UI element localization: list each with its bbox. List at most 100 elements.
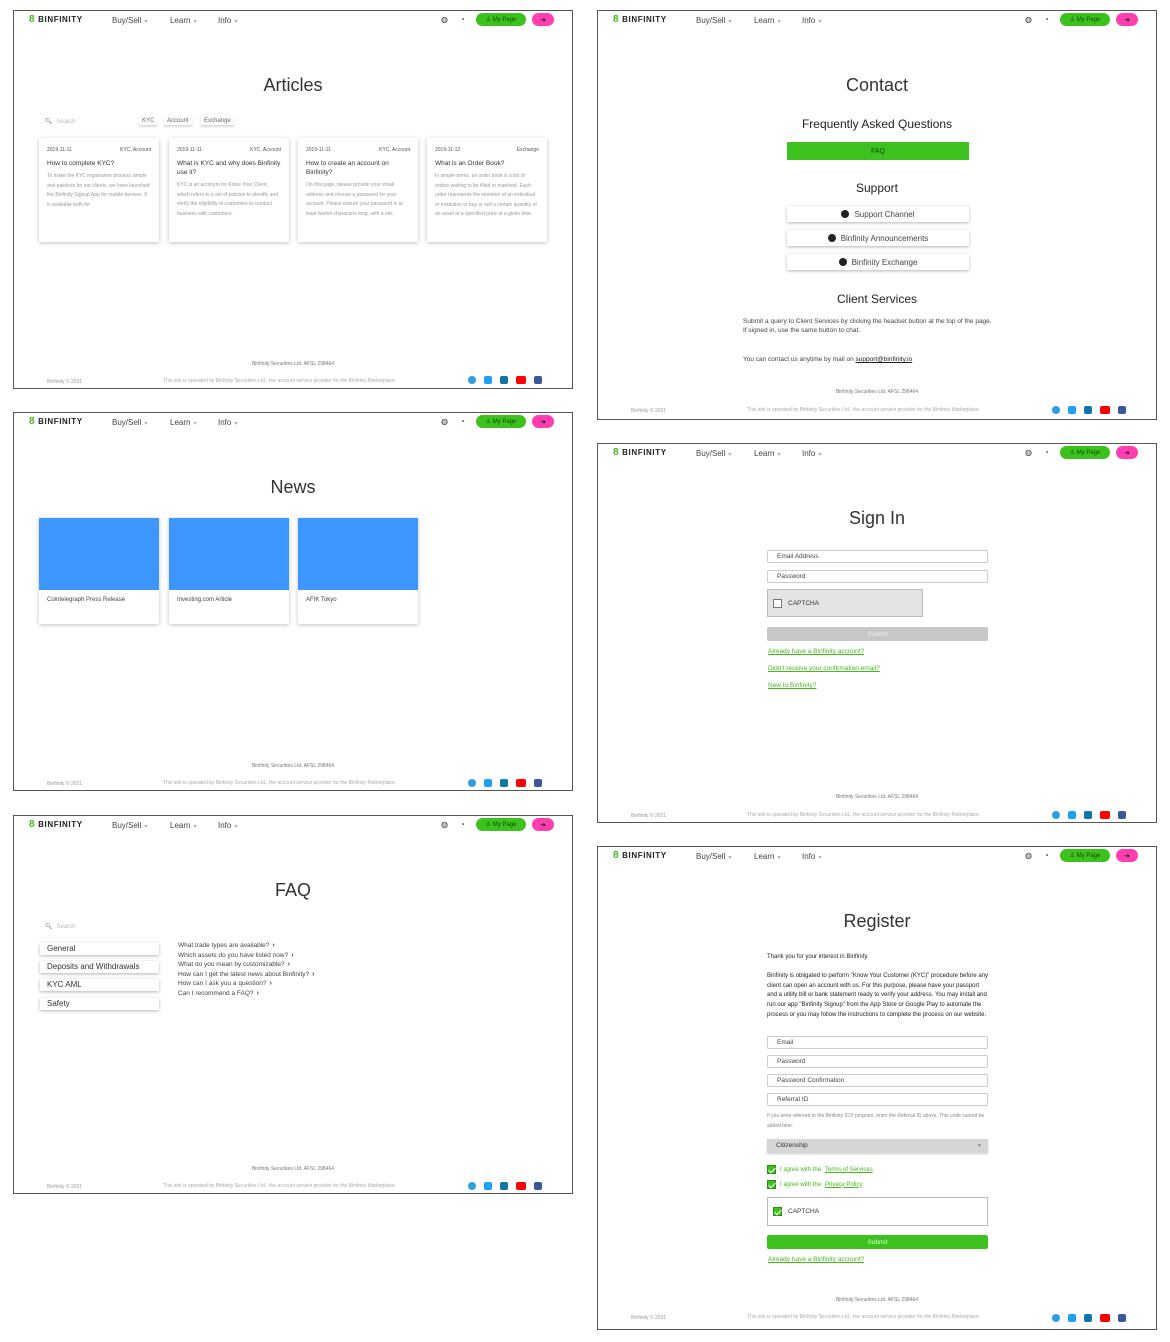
news-card[interactable]: Cointelegraph Press Release [39, 518, 159, 624]
logo[interactable]: 8 BINFINITY [29, 14, 83, 24]
twitter-icon[interactable] [484, 1182, 492, 1190]
linkedin-icon[interactable] [500, 376, 508, 384]
nav-learn[interactable]: Learn ▾ [170, 418, 196, 427]
captcha-widget[interactable]: CAPTCHA [767, 589, 923, 617]
my-page-button[interactable]: ♙ My Page [476, 13, 526, 26]
faq-question[interactable]: Which assets do you have listed now? › [178, 952, 294, 959]
headset-icon[interactable]: ◔ [460, 417, 465, 426]
filter-exchange[interactable]: Exchange [201, 117, 234, 126]
article-card[interactable]: 2019-11-12 Exchange What is an Order Book… [427, 138, 547, 242]
twitter-icon[interactable] [1068, 1314, 1076, 1322]
nav-learn[interactable]: Learn ▾ [754, 16, 780, 25]
privacy-link[interactable]: Privacy Policy [825, 1182, 862, 1188]
twitter-icon[interactable] [484, 779, 492, 787]
telegram-icon[interactable] [468, 779, 476, 787]
filter-account[interactable]: Account [164, 117, 192, 126]
faq-category-kyc-aml[interactable]: KYC AML [40, 979, 159, 991]
terms-checkbox[interactable] [767, 1165, 776, 1174]
nav-learn[interactable]: Learn ▾ [170, 16, 196, 25]
submit-button[interactable]: Submit [767, 1235, 988, 1249]
logout-button[interactable]: ➜ [532, 13, 554, 26]
news-card[interactable]: AFIK Tokyo [298, 518, 418, 624]
nav-info[interactable]: Info ▾ [802, 852, 821, 861]
faq-category-safety[interactable]: Safety [40, 998, 159, 1010]
telegram-icon[interactable] [1052, 406, 1060, 414]
globe-icon[interactable]: ◍ [1025, 448, 1032, 457]
nav-info[interactable]: Info ▾ [802, 16, 821, 25]
twitter-icon[interactable] [1068, 406, 1076, 414]
support-channel-button[interactable]: Support Channel [787, 206, 969, 222]
exchange-channel-button[interactable]: Binfinity Exchange [787, 254, 969, 270]
facebook-icon[interactable] [534, 1182, 542, 1190]
youtube-icon[interactable] [1100, 406, 1110, 414]
filter-kyc[interactable]: KYC [139, 117, 158, 126]
globe-icon[interactable]: ◍ [1025, 15, 1032, 24]
captcha-widget[interactable]: CAPTCHA [767, 1197, 988, 1226]
twitter-icon[interactable] [1068, 811, 1076, 819]
nav-buy-sell[interactable]: Buy/Sell ▾ [112, 16, 147, 25]
globe-icon[interactable]: ◍ [441, 417, 448, 426]
nav-buy-sell[interactable]: Buy/Sell ▾ [112, 418, 147, 427]
captcha-checkbox[interactable] [773, 1207, 782, 1216]
password-field[interactable]: Password [767, 1055, 988, 1068]
telegram-icon[interactable] [468, 376, 476, 384]
headset-icon[interactable]: ◔ [460, 15, 465, 24]
faq-button[interactable]: FAQ [787, 142, 969, 160]
search-input[interactable]: 🔍︎ Search [45, 118, 76, 126]
password-confirmation-field[interactable]: Password Confirmation [767, 1074, 988, 1087]
my-page-button[interactable]: ♙ My Page [476, 818, 526, 831]
nav-buy-sell[interactable]: Buy/Sell ▾ [696, 16, 731, 25]
nav-learn[interactable]: Learn ▾ [754, 852, 780, 861]
globe-icon[interactable]: ◍ [1025, 851, 1032, 860]
captcha-checkbox[interactable] [773, 598, 782, 608]
nav-buy-sell[interactable]: Buy/Sell ▾ [112, 821, 147, 830]
faq-category-deposits[interactable]: Deposits and Withdrawals [40, 961, 159, 973]
citizenship-select[interactable]: Citizenship ▼ [767, 1139, 988, 1153]
agree-privacy[interactable]: I agree with the Privacy Policy [767, 1180, 862, 1189]
headset-icon[interactable]: ◔ [1044, 851, 1049, 860]
my-page-button[interactable]: ♙ My Page [1060, 446, 1110, 459]
search-input[interactable]: 🔍︎ Search [45, 923, 76, 931]
globe-icon[interactable]: ◍ [441, 820, 448, 829]
logo[interactable]: 8 BINFINITY [613, 447, 667, 457]
agree-terms[interactable]: I agree with the Terms of Services [767, 1165, 873, 1174]
youtube-icon[interactable] [516, 779, 526, 787]
new-user-link[interactable]: New to Binfinity? [768, 682, 816, 689]
nav-buy-sell[interactable]: Buy/Sell ▾ [696, 449, 731, 458]
news-card[interactable]: Investing.com Article [169, 518, 289, 624]
telegram-icon[interactable] [468, 1182, 476, 1190]
youtube-icon[interactable] [516, 1182, 526, 1190]
announcements-button[interactable]: Binfinity Announcements [787, 230, 969, 246]
nav-info[interactable]: Info ▾ [218, 16, 237, 25]
nav-info[interactable]: Info ▾ [802, 449, 821, 458]
facebook-icon[interactable] [1118, 811, 1126, 819]
linkedin-icon[interactable] [500, 779, 508, 787]
linkedin-icon[interactable] [500, 1182, 508, 1190]
submit-button[interactable]: Submit [767, 627, 988, 641]
already-account-link[interactable]: Already have a Binfinity account? [768, 648, 864, 655]
terms-link[interactable]: Terms of Services [825, 1167, 873, 1173]
twitter-icon[interactable] [484, 376, 492, 384]
password-field[interactable]: Password [767, 570, 988, 583]
faq-question[interactable]: What do you mean by customizable? › [178, 961, 290, 968]
nav-buy-sell[interactable]: Buy/Sell ▾ [696, 852, 731, 861]
faq-category-general[interactable]: General [40, 943, 159, 955]
faq-question[interactable]: How can I ask you a question? › [178, 980, 272, 987]
my-page-button[interactable]: ♙ My Page [476, 415, 526, 428]
email-field[interactable]: Email [767, 1036, 988, 1049]
facebook-icon[interactable] [534, 376, 542, 384]
youtube-icon[interactable] [1100, 1314, 1110, 1322]
linkedin-icon[interactable] [1084, 811, 1092, 819]
faq-question[interactable]: What trade types are available? › [178, 942, 275, 949]
logo[interactable]: 8 BINFINITY [29, 819, 83, 829]
faq-question[interactable]: Can I recommend a FAQ? › [178, 990, 259, 997]
my-page-button[interactable]: ♙ My Page [1060, 13, 1110, 26]
headset-icon[interactable]: ◔ [1044, 448, 1049, 457]
email-field[interactable]: Email Address [767, 550, 988, 563]
telegram-icon[interactable] [1052, 811, 1060, 819]
privacy-checkbox[interactable] [767, 1180, 776, 1189]
nav-learn[interactable]: Learn ▾ [754, 449, 780, 458]
logo[interactable]: 8 BINFINITY [613, 14, 667, 24]
logout-button[interactable]: ➜ [1116, 13, 1138, 26]
article-card[interactable]: 2019-11-11 KYC, Account How to complete K… [39, 138, 159, 242]
